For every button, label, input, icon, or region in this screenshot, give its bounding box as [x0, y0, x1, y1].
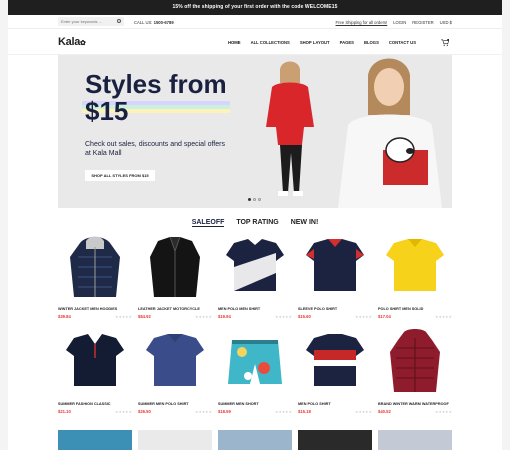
lookbook-image[interactable] [218, 430, 292, 450]
product-image[interactable] [58, 328, 132, 392]
product-image[interactable] [138, 328, 212, 392]
product-image[interactable] [218, 233, 292, 297]
product-card[interactable]: WINTER JACKET MEN HOODIES $39.84 ★★★★★ [58, 233, 132, 319]
call-number: 1500-6789 [153, 19, 174, 25]
search-box[interactable] [58, 17, 124, 26]
lookbook-image[interactable] [58, 430, 132, 450]
hero-model-white-sweater [338, 58, 442, 208]
product-name[interactable]: SUMMER FASHION CLASSIC [58, 402, 132, 406]
rating-stars: ★★★★★ [275, 315, 292, 319]
logo-text: Kala [58, 36, 81, 48]
call-label: CALL US: [134, 19, 153, 25]
header: Kala✿ HOME ALL COLLECTIONS SHOP LAYOUT P… [8, 29, 502, 55]
tab-top-rating[interactable]: TOP RATING [236, 219, 278, 226]
rating-stars: ★★★★★ [195, 315, 212, 319]
slider-dots [248, 198, 261, 201]
product-card[interactable]: SUMMER MEN POLO SHIRT $26.50 ★★★★★ [138, 328, 212, 414]
page: 15% off the shipping of your first order… [8, 0, 502, 450]
nav-all-collections[interactable]: ALL COLLECTIONS [251, 40, 290, 45]
product-name[interactable]: MEN POLO MEN SHIRT [218, 307, 292, 311]
tab-new-in[interactable]: NEW IN! [291, 219, 319, 226]
cart-icon[interactable] [441, 39, 449, 46]
nav-blogs[interactable]: BLOGS [364, 40, 379, 45]
product-image[interactable] [218, 328, 292, 392]
product-image[interactable] [378, 328, 452, 392]
product-name[interactable]: SUMMER MEN POLO SHIRT [138, 402, 212, 406]
rating-stars: ★★★★★ [435, 315, 452, 319]
tab-saleoff[interactable]: SALEOFF [191, 219, 225, 227]
nav-contact-us[interactable]: CONTACT US [389, 40, 416, 45]
nav-pages[interactable]: PAGES [340, 40, 354, 45]
search-input[interactable] [58, 17, 110, 26]
rating-stars: ★★★★★ [355, 315, 372, 319]
nav-shop-layout[interactable]: SHOP LAYOUT [300, 40, 330, 45]
promo-bar: 15% off the shipping of your first order… [8, 0, 502, 15]
nav-home[interactable]: HOME [228, 40, 241, 45]
rating-stars: ★★★★★ [195, 410, 212, 414]
product-card[interactable]: SUMMER FASHION CLASSIC $21.10 ★★★★★ [58, 328, 132, 414]
lookbook-image[interactable] [298, 430, 372, 450]
search-icon[interactable] [117, 19, 121, 23]
hero-subtext: Check out sales, discounts and special o… [85, 141, 225, 157]
logo[interactable]: Kala✿ [58, 36, 86, 48]
product-image[interactable] [378, 233, 452, 297]
lookbook-image[interactable] [378, 430, 452, 450]
main-nav: HOME ALL COLLECTIONS SHOP LAYOUT PAGES B… [228, 40, 416, 45]
product-name[interactable]: SLEEVE POLO SHIRT [298, 307, 372, 311]
product-card[interactable]: LEATHER JACKET MOTORCYCLE $84.92 ★★★★★ [138, 233, 212, 319]
rating-stars: ★★★★★ [275, 410, 292, 414]
currency-select[interactable]: USD $ [440, 20, 452, 25]
rating-stars: ★★★★★ [355, 410, 372, 414]
product-image[interactable] [298, 328, 372, 392]
hero-cta-button[interactable]: SHOP ALL STYLES FROM $15 [85, 170, 155, 181]
utility-bar: CALL US: 1500-6789 Free Shipping for all… [8, 15, 502, 29]
call-us: CALL US: 1500-6789 [134, 20, 174, 25]
free-shipping-link[interactable]: Free Shipping for all orders! [336, 20, 388, 25]
rating-stars: ★★★★★ [115, 315, 132, 319]
lookbook-image[interactable] [138, 430, 212, 450]
product-name[interactable]: WINTER JACKET MEN HOODIES [58, 307, 132, 311]
hero-model-red-sweater [266, 61, 314, 196]
product-name[interactable]: POLO SHIRT MEN SOLID [378, 307, 452, 311]
product-name[interactable]: MEN POLO SHIRT [298, 402, 372, 406]
product-name[interactable]: BRAND WINTER WARM WATERPROOF [378, 402, 452, 406]
product-name[interactable]: SUMMER MEN SHORT [218, 402, 292, 406]
product-name[interactable]: LEATHER JACKET MOTORCYCLE [138, 307, 212, 311]
logo-mark-icon: ✿ [80, 40, 86, 47]
login-link[interactable]: LOGIN [393, 20, 406, 25]
slider-dot[interactable] [258, 198, 261, 201]
product-image[interactable] [58, 233, 132, 297]
product-card[interactable]: SLEEVE POLO SHIRT $15.60 ★★★★★ [298, 233, 372, 319]
lookbook-strip [58, 430, 452, 450]
product-tabs: SALEOFF TOP RATING NEW IN! [8, 219, 502, 227]
rating-stars: ★★★★★ [115, 410, 132, 414]
slider-dot[interactable] [248, 198, 251, 201]
product-card[interactable]: BRAND WINTER WARM WATERPROOF $40.52 ★★★★… [378, 328, 452, 414]
product-card[interactable]: SUMMER MEN SHORT $18.59 ★★★★★ [218, 328, 292, 414]
product-card[interactable]: MEN POLO MEN SHIRT $19.94 ★★★★★ [218, 233, 292, 319]
product-image[interactable] [138, 233, 212, 297]
hero-heading: Styles from $15 [85, 69, 227, 126]
register-link[interactable]: REGISTER [412, 20, 433, 25]
hero-banner: Styles from $15 Check out sales, discoun… [58, 55, 452, 208]
product-card[interactable]: MEN POLO SHIRT $15.18 ★★★★★ [298, 328, 372, 414]
rating-stars: ★★★★★ [435, 410, 452, 414]
product-image[interactable] [298, 233, 372, 297]
slider-dot[interactable] [253, 198, 256, 201]
product-card[interactable]: POLO SHIRT MEN SOLID $17.04 ★★★★★ [378, 233, 452, 319]
